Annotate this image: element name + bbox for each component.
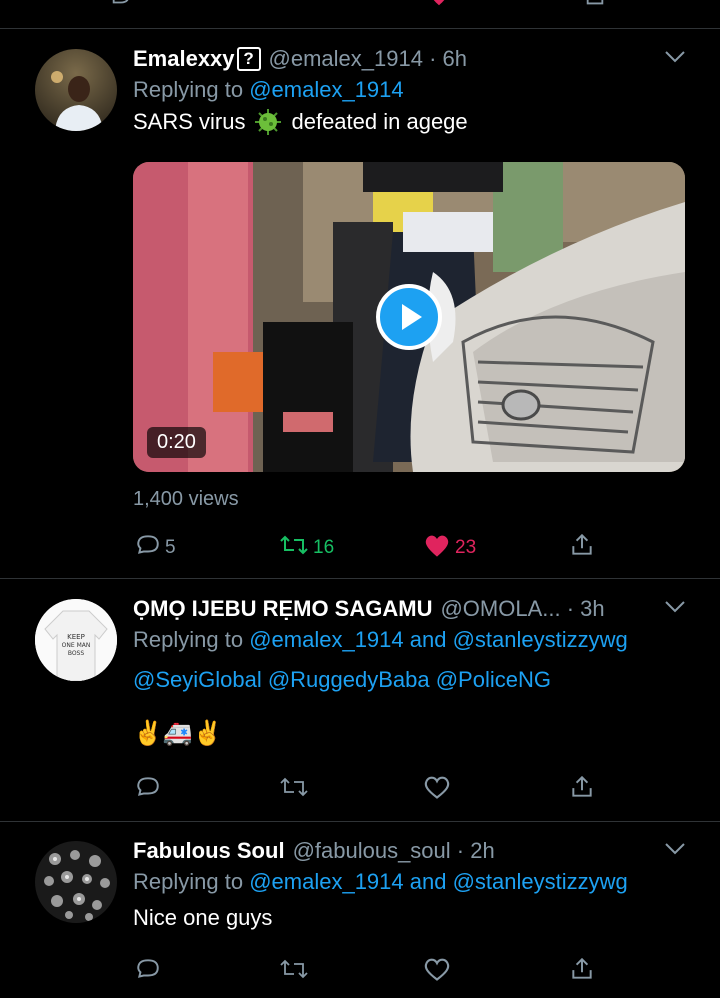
- previous-tweet-actions: [0, 0, 720, 8]
- share-button[interactable]: [569, 774, 595, 806]
- svg-text:ONE MAN: ONE MAN: [62, 642, 91, 649]
- tweet-emoji-text: ✌️🚑✌️: [133, 720, 223, 747]
- avatar[interactable]: KEEP ONE MAN BOSS: [35, 599, 117, 681]
- replying-to: Replying to @emalex_1914: [133, 74, 686, 106]
- divider: [0, 578, 720, 579]
- tweet-actions: [133, 956, 603, 986]
- retweet-button[interactable]: [279, 774, 309, 806]
- replying-to: Replying to @emalex_1914 and @stanleysti…: [133, 624, 686, 656]
- heart-icon: [423, 774, 451, 806]
- video-duration: 0:20: [147, 427, 206, 458]
- share-button[interactable]: [569, 532, 595, 564]
- svg-text:BOSS: BOSS: [68, 650, 85, 657]
- avatar[interactable]: [35, 49, 117, 131]
- share-icon: [569, 956, 595, 988]
- tweet-actions: [133, 774, 603, 804]
- tweet-actions: 5 16 23: [133, 532, 603, 562]
- tweet-omo-ijebu[interactable]: KEEP ONE MAN BOSS ỌMỌ IJEBU RẸMO SAGAMU …: [0, 594, 720, 816]
- retweet-count: 16: [313, 537, 335, 558]
- virus-emoji-icon: [253, 107, 283, 137]
- divider: [0, 28, 720, 29]
- replying-to: Replying to @emalex_1914 and @stanleysti…: [133, 866, 686, 898]
- heart-icon[interactable]: [428, 0, 450, 13]
- chevron-down-icon[interactable]: [664, 842, 686, 861]
- play-button[interactable]: [376, 284, 442, 350]
- retweet-icon[interactable]: [278, 0, 300, 13]
- replying-prefix: Replying to: [133, 77, 244, 102]
- video-player[interactable]: 0:20: [133, 162, 685, 472]
- tweet-header: Emalexxy ? @emalex_1914 · 6h: [133, 44, 686, 74]
- tweet-text-start: SARS virus: [133, 109, 246, 134]
- reply-icon[interactable]: [110, 0, 132, 13]
- display-name[interactable]: Fabulous Soul: [133, 836, 285, 866]
- display-name[interactable]: ỌMỌ IJEBU RẸMO SAGAMU: [133, 594, 432, 624]
- share-button[interactable]: [569, 956, 595, 988]
- display-name[interactable]: Emalexxy: [133, 44, 235, 74]
- heart-icon: [423, 532, 451, 564]
- reply-button[interactable]: [135, 774, 161, 806]
- tweet-fabulous-soul[interactable]: Fabulous Soul @fabulous_soul · 2h Replyi…: [0, 836, 720, 998]
- handle-and-time: @emalex_1914 · 6h: [268, 46, 467, 71]
- tweet-text: Nice one guys: [133, 905, 273, 930]
- reply-button[interactable]: 5: [135, 532, 176, 564]
- reply-count: 5: [165, 537, 176, 558]
- avatar[interactable]: [35, 841, 117, 923]
- reply-icon: [135, 532, 161, 564]
- share-icon: [569, 774, 595, 806]
- share-icon: [569, 532, 595, 564]
- tweet-text: SARS virus defeated in agege: [133, 106, 686, 138]
- tweet-emalexxy[interactable]: Emalexxy ? @emalex_1914 · 6h Replying to…: [0, 44, 720, 574]
- reply-icon: [135, 774, 161, 806]
- retweet-icon: [279, 956, 309, 988]
- chevron-down-icon[interactable]: [664, 600, 686, 619]
- heart-icon: [423, 956, 451, 988]
- tweet-header: ỌMỌ IJEBU RẸMO SAGAMU @OMOLA... · 3h: [133, 594, 686, 624]
- replying-mention[interactable]: @emalex_1914 and @stanleystizzywg: [249, 869, 628, 894]
- retweet-button[interactable]: [279, 956, 309, 988]
- chevron-down-icon[interactable]: [664, 50, 686, 69]
- retweet-icon: [279, 532, 309, 564]
- retweet-button[interactable]: 16: [279, 532, 334, 564]
- unknown-char-icon: ?: [236, 47, 261, 71]
- svg-text:KEEP: KEEP: [67, 633, 85, 641]
- view-count: 1,400 views: [133, 488, 239, 510]
- like-button[interactable]: 23: [423, 532, 476, 564]
- tweet-mentions[interactable]: @SeyiGlobal @RuggedyBaba @PoliceNG: [133, 664, 686, 696]
- reply-button[interactable]: [135, 956, 161, 988]
- replying-mention[interactable]: @emalex_1914 and @stanleystizzywg: [249, 627, 628, 652]
- replying-prefix: Replying to: [133, 627, 244, 652]
- like-count: 23: [455, 537, 477, 558]
- like-button[interactable]: [423, 774, 451, 806]
- replying-prefix: Replying to: [133, 869, 244, 894]
- reply-icon: [135, 956, 161, 988]
- retweet-icon: [279, 774, 309, 806]
- like-button[interactable]: [423, 956, 451, 988]
- divider: [0, 821, 720, 822]
- share-icon[interactable]: [584, 0, 606, 13]
- tweet-header: Fabulous Soul @fabulous_soul · 2h: [133, 836, 686, 866]
- tweet-text-end: defeated in agege: [291, 109, 468, 134]
- handle-and-time: @fabulous_soul · 2h: [292, 838, 495, 863]
- handle-and-time: @OMOLA... · 3h: [440, 596, 605, 621]
- replying-mention[interactable]: @emalex_1914: [249, 77, 403, 102]
